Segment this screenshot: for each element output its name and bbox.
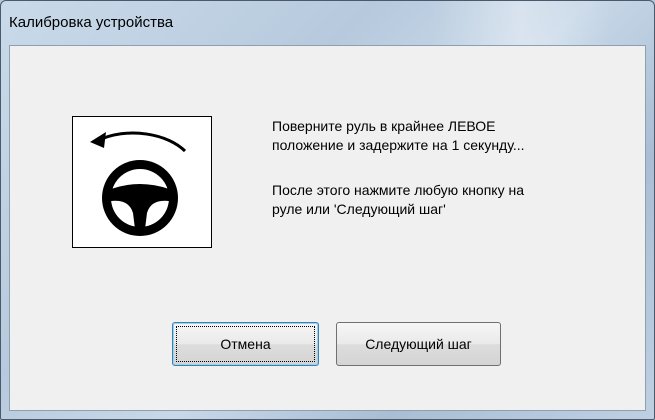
hint-line-2: руле или 'Следующий шаг' xyxy=(272,201,446,217)
next-step-button-label: Следующий шаг xyxy=(365,336,472,352)
hint-line-1: После этого нажмите любую кнопку на xyxy=(272,182,524,198)
cancel-button-label: Отмена xyxy=(220,336,271,352)
steering-wheel-left-turn-icon xyxy=(90,131,187,236)
calibration-dialog: Калибровка устройства Поверните руль в к… xyxy=(0,0,655,420)
instruction-line-1: Поверните руль в крайнее ЛЕВОЕ xyxy=(272,118,496,134)
dialog-body: Поверните руль в крайнее ЛЕВОЕ положение… xyxy=(9,45,646,411)
steering-wheel-icon xyxy=(72,116,212,248)
next-step-button[interactable]: Следующий шаг xyxy=(336,322,501,366)
cancel-button[interactable]: Отмена xyxy=(172,322,319,366)
window-title: Калибровка устройства xyxy=(9,14,174,31)
title-bar[interactable]: Калибровка устройства xyxy=(1,1,654,45)
instruction-line-2: положение и задержите на 1 секунду... xyxy=(272,137,525,153)
hint-text: После этого нажмите любую кнопку на руле… xyxy=(272,181,632,219)
title-bar-glass xyxy=(431,1,611,45)
instruction-text: Поверните руль в крайнее ЛЕВОЕ положение… xyxy=(272,117,632,155)
